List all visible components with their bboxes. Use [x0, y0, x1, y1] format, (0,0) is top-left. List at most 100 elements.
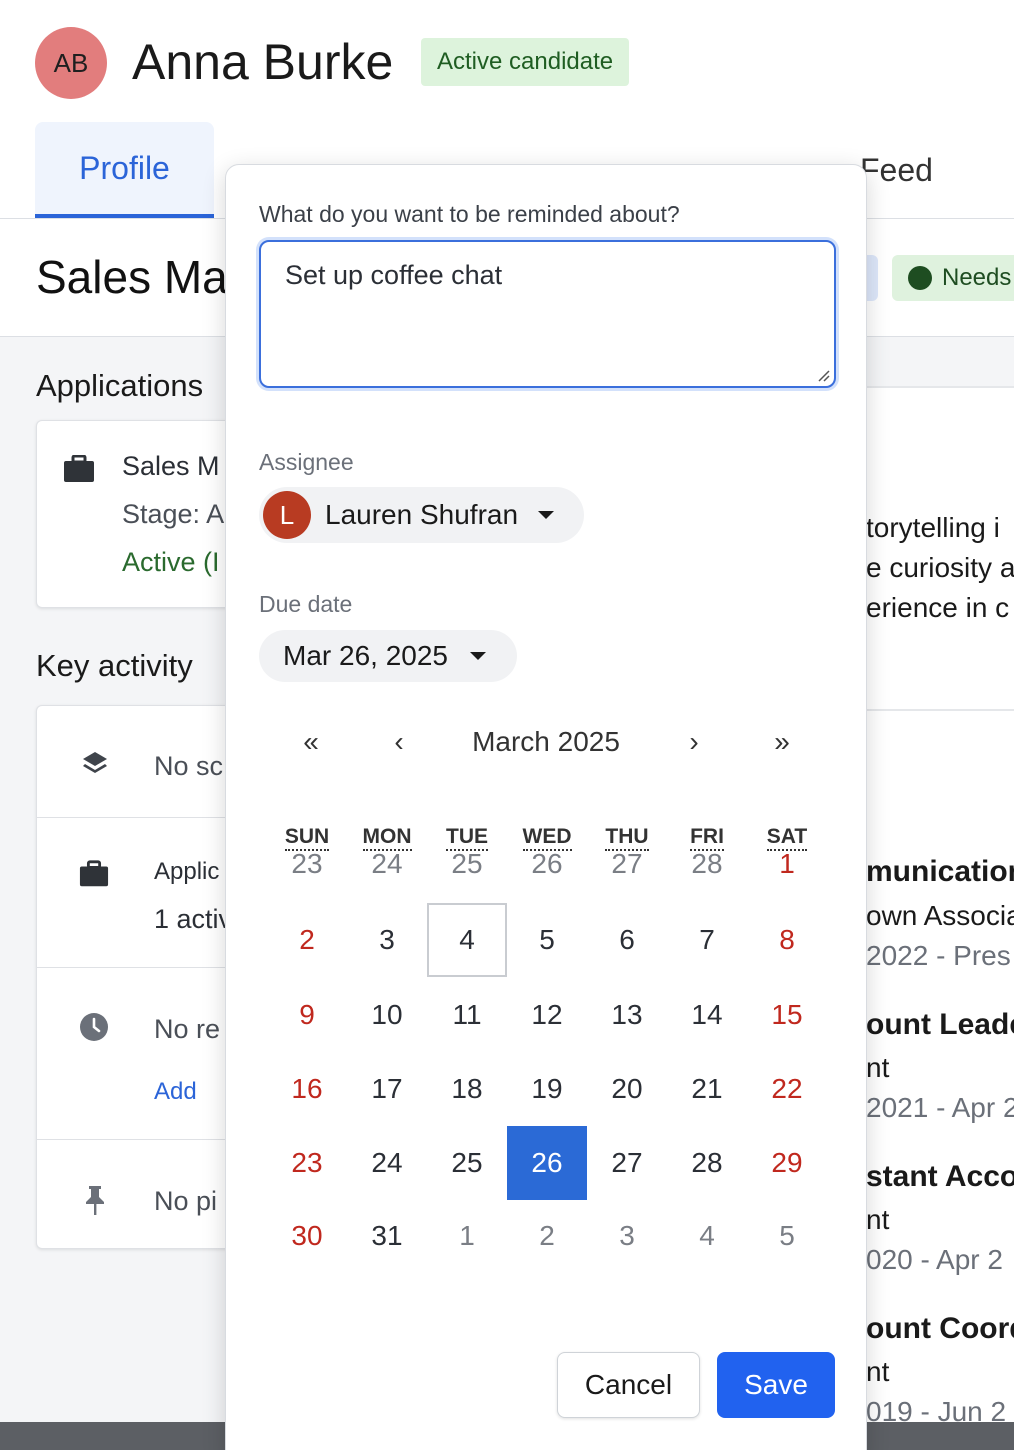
- calendar-day[interactable]: 8: [747, 903, 827, 977]
- application-stage: Stage: A: [122, 499, 225, 529]
- calendar-day[interactable]: 1: [427, 1199, 507, 1273]
- calendar-day[interactable]: 27: [587, 827, 667, 901]
- prev-month-button[interactable]: ‹: [369, 720, 429, 764]
- calendar-day[interactable]: 7: [667, 903, 747, 977]
- calendar-day[interactable]: 13: [587, 978, 667, 1052]
- calendar-day[interactable]: 28: [667, 1126, 747, 1200]
- calendar-day[interactable]: 5: [507, 903, 587, 977]
- calendar-day[interactable]: 18: [427, 1052, 507, 1126]
- calendar-day[interactable]: 2: [507, 1199, 587, 1273]
- application-title[interactable]: Sales M: [122, 451, 220, 482]
- calendar-day[interactable]: 20: [587, 1052, 667, 1126]
- caret-down-icon: [538, 511, 555, 519]
- needs-label: Needs: [942, 264, 1012, 291]
- tab-activity-feed[interactable]: Feed: [860, 122, 933, 218]
- calendar-day[interactable]: 29: [747, 1126, 827, 1200]
- experience-dates: 019 - Jun 2: [866, 1396, 1007, 1427]
- calendar-day[interactable]: 21: [667, 1052, 747, 1126]
- next-month-button[interactable]: ›: [664, 720, 724, 764]
- activity-count: 1 activ: [154, 904, 233, 934]
- calendar-day[interactable]: 24: [347, 1126, 427, 1200]
- summary-line: erience in c: [866, 592, 1010, 623]
- briefcase-icon: [79, 860, 109, 887]
- experience-title: ount Coordi: [866, 1312, 1014, 1345]
- next-year-button[interactable]: »: [752, 720, 812, 764]
- experience-dates: 020 - Apr 2: [866, 1244, 1003, 1275]
- briefcase-icon: [64, 455, 94, 482]
- due-date-value: Mar 26, 2025: [283, 640, 448, 671]
- calendar-day-selected[interactable]: 26: [507, 1126, 587, 1200]
- divider: [866, 386, 1014, 388]
- experience-org: own Associa: [866, 900, 1014, 931]
- clock-icon: [80, 1013, 108, 1041]
- calendar-day[interactable]: 24: [347, 827, 427, 901]
- prev-year-button[interactable]: «: [281, 720, 341, 764]
- calendar-day[interactable]: 16: [267, 1052, 347, 1126]
- experience-org: nt: [866, 1204, 890, 1235]
- calendar-day[interactable]: 15: [747, 978, 827, 1052]
- save-button[interactable]: Save: [717, 1352, 835, 1418]
- caret-down-icon: [470, 652, 486, 660]
- calendar-day[interactable]: 23: [267, 1126, 347, 1200]
- activity-text: No re: [154, 1014, 221, 1044]
- reminder-text-input[interactable]: Set up coffee chat: [259, 240, 836, 388]
- calendar-day[interactable]: 27: [587, 1126, 667, 1200]
- calendar-day[interactable]: 6: [587, 903, 667, 977]
- job-title: Sales Ma: [36, 251, 228, 303]
- cancel-button[interactable]: Cancel: [557, 1352, 700, 1418]
- application-status: Active (I: [122, 547, 220, 577]
- assignee-dropdown[interactable]: L Lauren Shufran: [259, 487, 584, 543]
- experience-title: munication: [866, 855, 1014, 888]
- summary-line: e curiosity a: [866, 552, 1014, 583]
- calendar-day[interactable]: 26: [507, 827, 587, 901]
- calendar-day[interactable]: 31: [347, 1199, 427, 1273]
- summary-line: torytelling i: [866, 512, 1000, 543]
- tab-profile[interactable]: Profile: [35, 122, 214, 218]
- assignee-label: Assignee: [259, 449, 354, 475]
- calendar-day[interactable]: 25: [427, 827, 507, 901]
- calendar-day[interactable]: 9: [267, 978, 347, 1052]
- due-date-label: Due date: [259, 591, 353, 617]
- calendar-day[interactable]: 25: [427, 1126, 507, 1200]
- calendar-day[interactable]: 19: [507, 1052, 587, 1126]
- layers-icon: [83, 752, 107, 773]
- experience-org: nt: [866, 1356, 890, 1387]
- calendar-day[interactable]: 30: [267, 1199, 347, 1273]
- status-dot-icon: [908, 266, 932, 290]
- activity-label: Applic: [154, 858, 220, 885]
- calendar-day[interactable]: 4: [667, 1199, 747, 1273]
- calendar-day[interactable]: 22: [747, 1052, 827, 1126]
- calendar-day[interactable]: 28: [667, 827, 747, 901]
- calendar-day[interactable]: 5: [747, 1199, 827, 1273]
- calendar-month-label[interactable]: March 2025: [426, 720, 666, 764]
- calendar-day[interactable]: 11: [427, 978, 507, 1052]
- calendar-day[interactable]: 10: [347, 978, 427, 1052]
- calendar-day[interactable]: 14: [667, 978, 747, 1052]
- divider: [866, 709, 1014, 711]
- reminder-question-label: What do you want to be reminded about?: [259, 201, 680, 227]
- resize-handle-icon[interactable]: [816, 368, 830, 382]
- activity-text: No sc: [154, 751, 224, 781]
- experience-title: ount Leade: [866, 1008, 1014, 1041]
- candidate-status-badge: Active candidate: [421, 38, 630, 86]
- calendar-day-today[interactable]: 4: [427, 903, 507, 977]
- activity-text: No pi: [154, 1186, 218, 1216]
- candidate-avatar: AB: [35, 27, 107, 99]
- calendar-day[interactable]: 3: [587, 1199, 667, 1273]
- experience-org: nt: [866, 1052, 890, 1083]
- assignee-avatar: L: [263, 491, 311, 539]
- needs-badge[interactable]: Needs: [892, 255, 1014, 301]
- assignee-name: Lauren Shufran: [325, 499, 519, 530]
- due-date-dropdown[interactable]: Mar 26, 2025: [259, 630, 517, 682]
- calendar-day[interactable]: 2: [267, 903, 347, 977]
- calendar-day[interactable]: 23: [267, 827, 347, 901]
- calendar-day[interactable]: 1: [747, 827, 827, 901]
- calendar-day[interactable]: 17: [347, 1052, 427, 1126]
- calendar-day[interactable]: 3: [347, 903, 427, 977]
- experience-dates: 2021 - Apr 2: [866, 1092, 1014, 1123]
- reminder-popover: What do you want to be reminded about? S…: [225, 164, 867, 1450]
- calendar-day[interactable]: 12: [507, 978, 587, 1052]
- add-reminder-link[interactable]: Add: [154, 1078, 197, 1106]
- key-activity-heading: Key activity: [36, 648, 193, 683]
- applications-heading: Applications: [36, 368, 204, 403]
